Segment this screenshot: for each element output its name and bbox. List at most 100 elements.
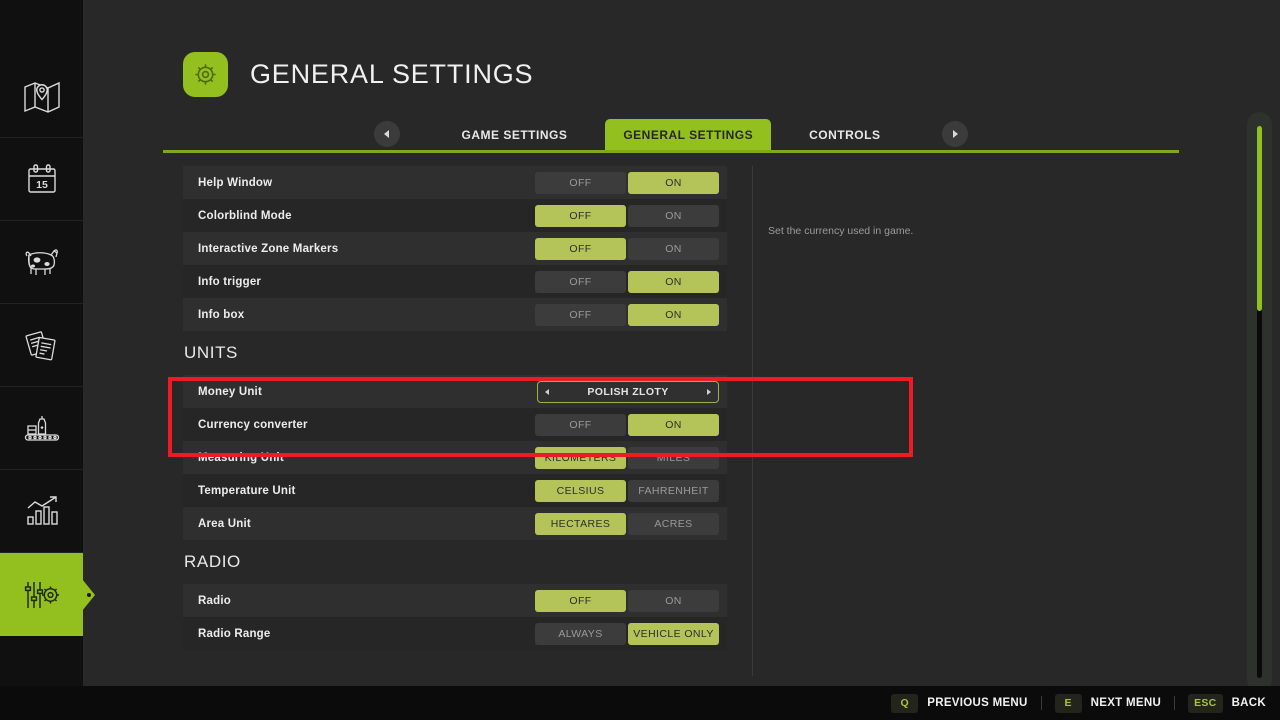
tooltip-text: Set the currency used in game. (768, 225, 914, 237)
toggle-area-unit[interactable]: HECTARES ACRES (535, 512, 719, 535)
toggle-option-off[interactable]: OFF (535, 303, 626, 326)
table-row[interactable]: Help Window OFF ON (183, 166, 727, 199)
toggle-option-off[interactable]: OFF (535, 589, 626, 612)
setting-label: Currency converter (198, 418, 308, 431)
toggle-option-always[interactable]: ALWAYS (535, 622, 626, 645)
toggle-option-off[interactable]: OFF (535, 204, 626, 227)
table-row[interactable]: Info trigger OFF ON (183, 265, 727, 298)
chevron-right-icon (952, 130, 958, 138)
key-badge-q: Q (891, 693, 919, 713)
toggle-option-hectares[interactable]: HECTARES (535, 512, 626, 535)
setting-label: Help Window (198, 176, 273, 189)
table-row[interactable]: Money Unit POLISH ZLOTY (183, 375, 727, 408)
table-row[interactable]: Currency converter OFF ON (183, 408, 727, 441)
toggle-option-off[interactable]: OFF (535, 237, 626, 260)
toggle-option-off[interactable]: OFF (535, 413, 626, 436)
gear-icon (183, 52, 228, 97)
table-row[interactable]: Interactive Zone Markers OFF ON (183, 232, 727, 265)
toggle-option-on[interactable]: ON (628, 270, 719, 293)
table-row[interactable]: Colorblind Mode OFF ON (183, 199, 727, 232)
toggle-info-trigger[interactable]: OFF ON (535, 270, 719, 293)
calendar-icon: 15 (25, 162, 59, 196)
cow-icon (23, 247, 61, 277)
selector-money-unit[interactable]: POLISH ZLOTY (537, 380, 719, 403)
bottom-hint-bar: Q PREVIOUS MENU E NEXT MENU ESC BACK (0, 686, 1280, 720)
toggle-option-kilometers[interactable]: KILOMETERS (535, 446, 626, 469)
chevron-left-icon (384, 130, 389, 138)
toggle-temperature-unit[interactable]: CELSIUS FAHRENHEIT (535, 479, 719, 502)
scrollbar-track[interactable] (1257, 126, 1262, 678)
section-heading-radio: RADIO (184, 552, 241, 571)
bar-chart-icon (24, 495, 60, 527)
hint-previous-menu[interactable]: Q PREVIOUS MENU (891, 693, 1028, 713)
setting-label: Money Unit (198, 385, 262, 398)
toggle-radio[interactable]: OFF ON (535, 589, 719, 612)
sidebar-item-map[interactable] (0, 55, 83, 138)
tab-general-settings[interactable]: GENERAL SETTINGS (605, 119, 772, 150)
toggle-option-vehicle-only[interactable]: VEHICLE ONLY (628, 622, 719, 645)
toggle-measuring-unit[interactable]: KILOMETERS MILES (535, 446, 719, 469)
key-badge-esc: ESC (1188, 693, 1223, 713)
table-row[interactable]: Info box OFF ON (183, 298, 727, 331)
setting-label: Measuring Unit (198, 451, 284, 464)
setting-label: Info box (198, 308, 245, 321)
setting-label: Temperature Unit (198, 484, 296, 497)
hint-label: PREVIOUS MENU (927, 697, 1028, 709)
table-row[interactable]: Radio OFF ON (183, 584, 727, 617)
documents-icon (25, 328, 59, 362)
toggle-help-window[interactable]: OFF ON (535, 171, 719, 194)
hint-back[interactable]: ESC BACK (1188, 693, 1266, 713)
production-icon (23, 412, 61, 444)
toggle-option-off[interactable]: OFF (535, 270, 626, 293)
table-row[interactable]: Measuring Unit KILOMETERS MILES (183, 441, 727, 474)
hint-label: BACK (1231, 697, 1266, 709)
tab-game-settings[interactable]: GAME SETTINGS (444, 119, 586, 150)
table-row[interactable]: Area Unit HECTARES ACRES (183, 507, 727, 540)
sidebar-top-spacer (0, 0, 83, 55)
sidebar-item-contracts[interactable] (0, 304, 83, 387)
hint-separator-2 (1174, 696, 1176, 710)
setting-label: Radio Range (198, 627, 271, 640)
page-header: GENERAL SETTINGS (183, 52, 533, 97)
toggle-currency-converter[interactable]: OFF ON (535, 413, 719, 436)
settings-sliders-icon (23, 578, 61, 612)
sidebar-item-production[interactable] (0, 387, 83, 470)
scrollbar[interactable] (1247, 112, 1272, 692)
sidebar-item-animals[interactable] (0, 221, 83, 304)
toggle-radio-range[interactable]: ALWAYS VEHICLE ONLY (535, 622, 719, 645)
game-settings-screen: 15 GENERAL SETTINGS GAME SETTINGS GENERA… (0, 0, 1280, 720)
toggle-option-on[interactable]: ON (628, 171, 719, 194)
sidebar-item-calendar[interactable]: 15 (0, 138, 83, 221)
sidebar-item-settings[interactable] (0, 553, 91, 636)
toggle-option-on[interactable]: ON (628, 413, 719, 436)
tabs-next-button[interactable] (942, 121, 969, 147)
toggle-option-on[interactable]: ON (628, 237, 719, 260)
content-divider (752, 166, 753, 676)
key-badge-e: E (1054, 693, 1082, 713)
svg-text:15: 15 (36, 179, 48, 191)
hint-next-menu[interactable]: E NEXT MENU (1054, 693, 1161, 713)
table-row[interactable]: Radio Range ALWAYS VEHICLE ONLY (183, 617, 727, 650)
toggle-option-celsius[interactable]: CELSIUS (535, 479, 626, 502)
toggle-option-on[interactable]: ON (628, 204, 719, 227)
toggle-option-on[interactable]: ON (628, 303, 719, 326)
tabs-prev-button[interactable] (373, 121, 400, 147)
setting-label: Colorblind Mode (198, 209, 292, 222)
toggle-option-fahrenheit[interactable]: FAHRENHEIT (628, 479, 719, 502)
toggle-info-box[interactable]: OFF ON (535, 303, 719, 326)
toggle-option-off[interactable]: OFF (535, 171, 626, 194)
toggle-option-acres[interactable]: ACRES (628, 512, 719, 535)
selector-next-icon[interactable] (707, 388, 711, 395)
scrollbar-thumb[interactable] (1257, 126, 1262, 311)
tab-underline (163, 150, 1179, 153)
toggle-colorblind-mode[interactable]: OFF ON (535, 204, 719, 227)
setting-label: Interactive Zone Markers (198, 242, 339, 255)
sidebar-item-statistics[interactable] (0, 470, 83, 553)
toggle-option-miles[interactable]: MILES (628, 446, 719, 469)
page-title: GENERAL SETTINGS (250, 59, 534, 89)
table-row[interactable]: Temperature Unit CELSIUS FAHRENHEIT (183, 474, 727, 507)
tab-controls[interactable]: CONTROLS (791, 119, 898, 150)
toggle-interactive-zone-markers[interactable]: OFF ON (535, 237, 719, 260)
setting-label: Info trigger (198, 275, 262, 288)
toggle-option-on[interactable]: ON (628, 589, 719, 612)
